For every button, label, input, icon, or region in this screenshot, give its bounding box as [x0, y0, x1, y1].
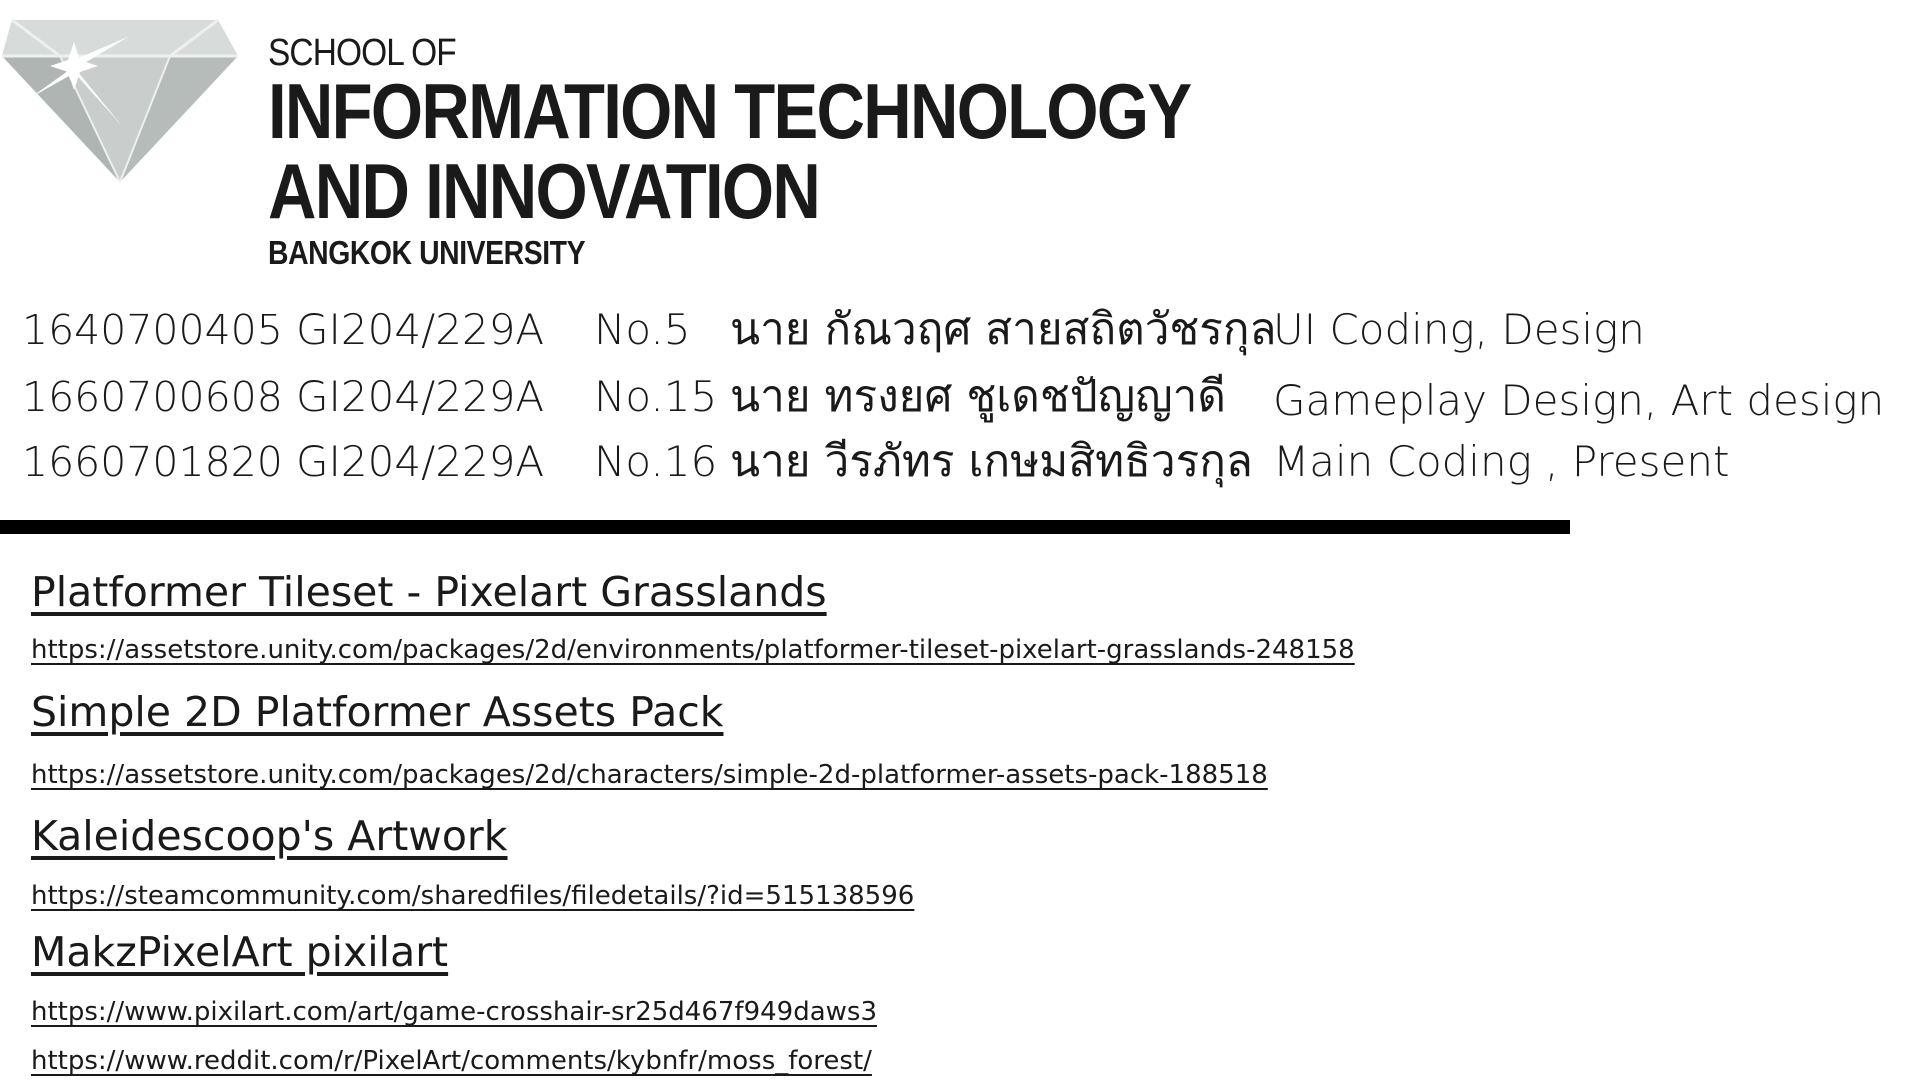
member-row: 1640700405 GI204/229A No.5 นาย กัณวฤศ สา… [0, 300, 1920, 360]
class-code: GI204/229A [296, 305, 545, 354]
reference-url-link[interactable]: https://steamcommunity.com/sharedfiles/f… [31, 881, 914, 911]
school-title-line1: INFORMATION TECHNOLOGY [268, 67, 1192, 155]
school-title-line2: AND INNOVATION [268, 147, 821, 235]
student-role: UI Coding, Design [1273, 305, 1645, 354]
reference-title-link[interactable]: MakzPixelArt pixilart [31, 928, 448, 976]
reference-title-link[interactable]: Kaleidescoop's Artwork [31, 812, 508, 860]
student-number: No.5 [594, 305, 691, 354]
class-code: GI204/229A [296, 437, 545, 486]
reference-title-link[interactable]: Platformer Tileset - Pixelart Grasslands [31, 568, 827, 616]
student-id: 1640700405 [22, 306, 283, 354]
student-id: 1660700608 [22, 373, 283, 421]
student-name: นาย กัณวฤศ สายสถิตวัชรกุล [730, 304, 1277, 355]
student-number: No.16 [594, 437, 718, 486]
student-name: นาย ทรงยศ ชูเดชปัญญาดี [730, 371, 1226, 422]
class-code: GI204/229A [296, 372, 545, 421]
reference-url-link[interactable]: https://www.reddit.com/r/PixelArt/commen… [31, 1046, 872, 1076]
member-row: 1660700608 GI204/229A No.15 นาย ทรงยศ ชู… [0, 367, 1920, 427]
reference-title-link[interactable]: Simple 2D Platformer Assets Pack [31, 688, 724, 736]
section-divider [0, 520, 1570, 534]
student-id: 1660701820 [22, 438, 283, 486]
student-number: No.15 [594, 372, 718, 421]
student-name: นาย วีรภัทร เกษมสิทธิวรกุล [730, 436, 1253, 487]
student-role: Gameplay Design, Art design [1273, 376, 1885, 425]
member-row: 1660701820 GI204/229A No.16 นาย วีรภัทร … [0, 432, 1920, 492]
student-role: Main Coding , Present [1273, 437, 1730, 486]
reference-url-link[interactable]: https://assetstore.unity.com/packages/2d… [31, 635, 1355, 665]
reference-url-link[interactable]: https://www.pixilart.com/art/game-crossh… [31, 997, 877, 1027]
university-name: BANGKOK UNIVERSITY [268, 234, 586, 271]
reference-url-link[interactable]: https://assetstore.unity.com/packages/2d… [31, 760, 1268, 790]
diamond-logo-icon [2, 18, 238, 183]
